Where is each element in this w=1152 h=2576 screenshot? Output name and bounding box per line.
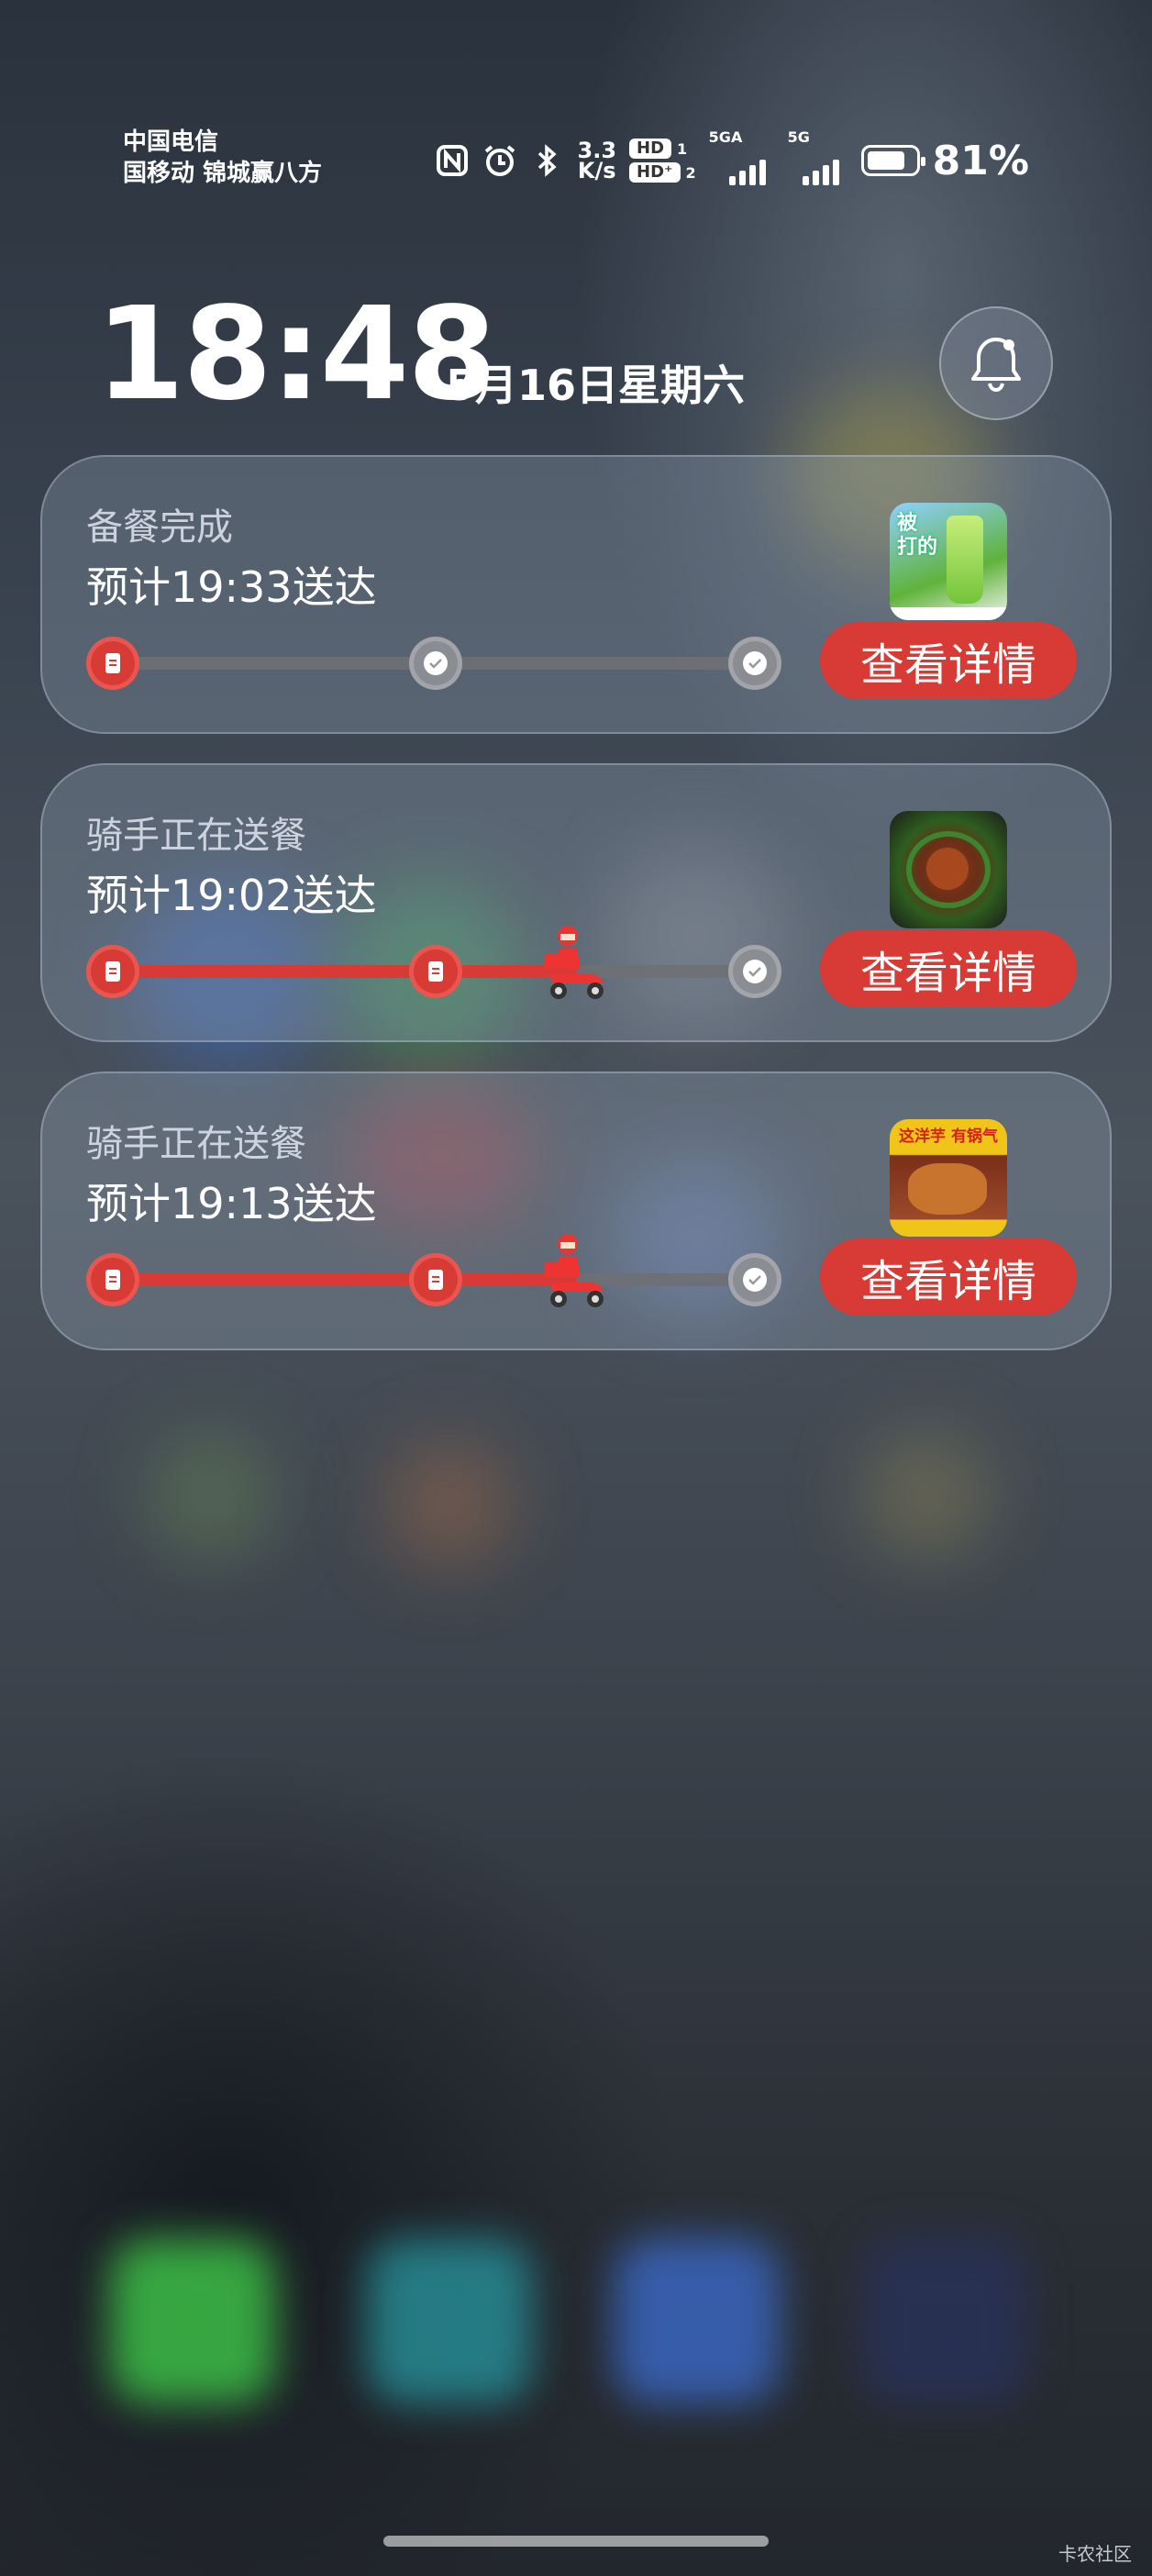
view-details-button[interactable]: 查看详情 [820, 622, 1077, 699]
battery-percent: 81% [932, 137, 1029, 184]
food-thumbnail [890, 811, 1007, 928]
lock-clock: 18:48 [95, 280, 497, 429]
volte-indicators: HD 1 HD⁺ 2 [629, 139, 696, 183]
receipt-icon [428, 1270, 443, 1290]
carrier-info: 中国电信 国移动 锦城赢八方 [123, 127, 322, 189]
home-indicator[interactable] [383, 2536, 769, 2547]
hd-index-2: 2 [685, 163, 696, 182]
check-icon [424, 651, 448, 675]
food-thumbnail: 被 打的 [890, 503, 1007, 620]
stage-node-delivered [728, 1253, 781, 1306]
thumb-text-2: 打的 [897, 536, 938, 559]
delivery-card[interactable]: 骑手正在送餐 预计19:02送达 查看详情 [40, 763, 1112, 1042]
stage-node-rider [409, 945, 462, 998]
notification-bell-button[interactable] [939, 306, 1053, 420]
receipt-icon [105, 653, 120, 673]
watermark: 卡农社区 [1058, 2543, 1132, 2565]
hd-badge-1: HD [629, 139, 672, 159]
check-icon [743, 651, 767, 675]
receipt-icon [105, 961, 120, 982]
food-thumbnail: 这洋芋 有锅气 [890, 1119, 1007, 1237]
hd-index-1: 1 [677, 139, 688, 158]
nfc-icon [435, 143, 470, 178]
check-icon [743, 1268, 767, 1292]
thumb-banner-text: 这洋芋 有锅气 [899, 1127, 998, 1146]
wallpaper-blur [862, 1431, 991, 1560]
check-icon [743, 960, 767, 983]
rider-scooter-icon [540, 923, 614, 1002]
wallpaper-blur [385, 1440, 514, 1569]
stage-node-rider [409, 1253, 462, 1306]
dock-app-blur [615, 2238, 780, 2404]
stage-node-ordered [86, 637, 139, 690]
view-details-button[interactable]: 查看详情 [820, 930, 1077, 1007]
stage-node-delivered [728, 945, 781, 998]
stage-node-ordered [86, 945, 139, 998]
battery-icon [860, 145, 925, 176]
status-icons: 3.3 K/s HD 1 HD⁺ 2 5GA 5G 81% [435, 128, 1029, 185]
stage-node-delivered [728, 637, 781, 690]
delivery-eta: 预计19:02送达 [86, 871, 377, 920]
stage-node-rider [409, 637, 462, 690]
order-status: 备餐完成 [86, 506, 233, 549]
bluetooth-icon [530, 143, 565, 178]
receipt-icon [105, 1270, 120, 1290]
signal-icon-sim1: 5GA [709, 128, 775, 185]
dock-app-blur [862, 2238, 1027, 2404]
dock-app-blur [367, 2238, 532, 2404]
progress-fill [112, 965, 577, 978]
hd-badge-2: HD⁺ [629, 162, 681, 183]
signal-label-sim1: 5GA [708, 128, 743, 146]
rider-scooter-icon [540, 1231, 614, 1310]
signal-label-sim2: 5G [787, 128, 810, 146]
thumb-text-1: 被 [897, 512, 918, 535]
dock-app-blur [110, 2238, 275, 2404]
stage-node-ordered [86, 1253, 139, 1306]
delivery-eta: 预计19:13送达 [86, 1179, 377, 1228]
status-bar: 中国电信 国移动 锦城赢八方 3.3 K/s HD 1 HD⁺ 2 5GA 5G… [0, 0, 1152, 187]
alarm-icon [482, 143, 517, 178]
carrier-line2: 国移动 锦城赢八方 [123, 160, 323, 187]
order-status: 骑手正在送餐 [86, 1123, 306, 1165]
wallpaper-blur [147, 1431, 275, 1560]
net-speed: 3.3 K/s [577, 139, 617, 183]
receipt-icon [428, 961, 443, 982]
carrier-line1: 中国电信 [123, 128, 219, 156]
delivery-card[interactable]: 骑手正在送餐 预计19:13送达 这洋芋 有锅气 查看详情 [40, 1071, 1112, 1350]
net-speed-unit: K/s [577, 158, 616, 183]
signal-icon-sim2: 5G [788, 128, 848, 185]
bell-icon [971, 338, 1021, 393]
delivery-eta: 预计19:33送达 [86, 562, 377, 612]
lock-date: 5月16日星期六 [446, 361, 746, 410]
view-details-button[interactable]: 查看详情 [820, 1238, 1077, 1316]
order-status: 骑手正在送餐 [86, 815, 306, 857]
delivery-card[interactable]: 备餐完成 预计19:33送达 被 打的 查看详情 [40, 455, 1112, 734]
progress-fill [112, 1273, 577, 1286]
